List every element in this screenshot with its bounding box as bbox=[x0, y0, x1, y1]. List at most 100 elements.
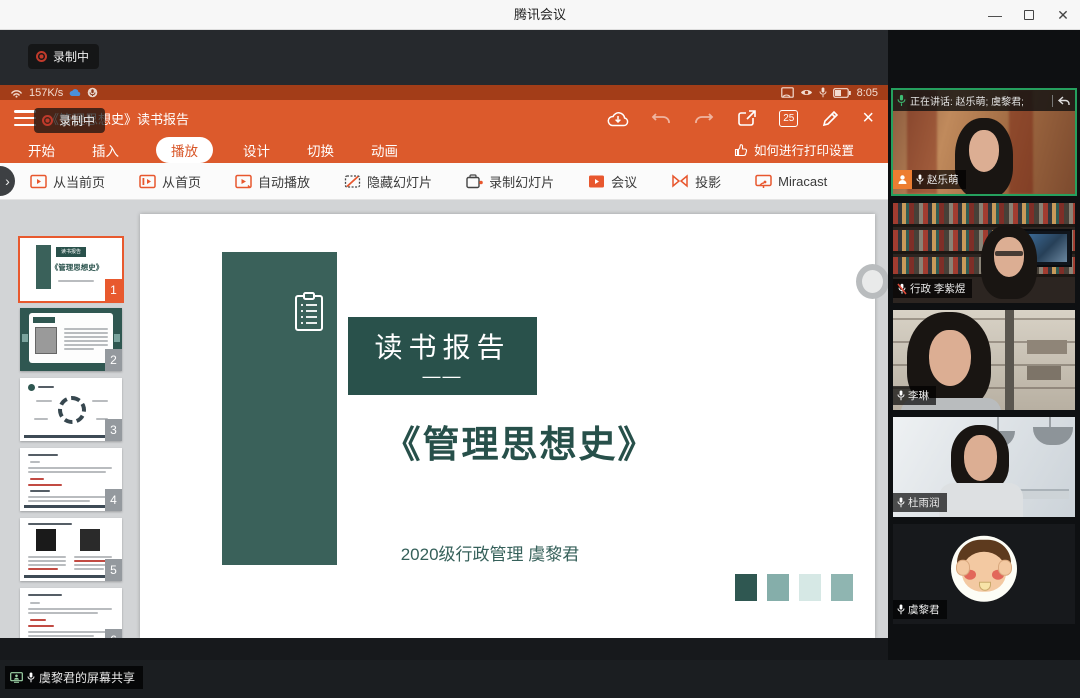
thumbnail-slide-6[interactable]: 6 bbox=[20, 588, 122, 638]
minimize-button[interactable]: — bbox=[986, 6, 1004, 24]
project-button[interactable]: 投影 bbox=[671, 172, 721, 191]
text-line bbox=[64, 332, 108, 334]
undo-icon[interactable] bbox=[650, 107, 672, 129]
tab-insert[interactable]: 插入 bbox=[92, 140, 119, 160]
name-row: 赵乐萌 bbox=[893, 170, 966, 189]
scroll-handle[interactable] bbox=[856, 264, 889, 299]
wps-tab-bar: 开始 插入 播放 设计 切换 动画 如何进行打印设置 bbox=[0, 136, 888, 163]
divider bbox=[1052, 95, 1053, 107]
network-speed-icon bbox=[10, 88, 23, 98]
record-slide-button[interactable]: 录制幻灯片 bbox=[466, 172, 554, 191]
status-right: 8:05 bbox=[781, 87, 878, 99]
slide-main-title: 《管理思想史》 bbox=[340, 414, 700, 468]
thumb-label bbox=[33, 317, 55, 323]
speaking-label: 正在讲话: 赵乐萌; 虞黎君; bbox=[910, 93, 1024, 108]
text-line bbox=[28, 471, 106, 473]
text-line bbox=[28, 560, 66, 562]
tab-design[interactable]: 设计 bbox=[243, 140, 270, 160]
eye-protect-icon bbox=[800, 88, 813, 97]
name-row: 杜雨润 bbox=[893, 493, 947, 512]
mic-icon bbox=[916, 174, 924, 185]
decor-square bbox=[831, 574, 853, 601]
thumb-portrait bbox=[80, 529, 100, 551]
meeting-button[interactable]: 会议 bbox=[588, 172, 637, 191]
text-line bbox=[36, 400, 52, 402]
tencent-meeting-window: 腾讯会议 — ✕ 录制中 157K/s bbox=[0, 0, 1080, 698]
avatar bbox=[951, 536, 1017, 602]
video-tile-zhaolemeng[interactable]: 正在讲话: 赵乐萌; 虞黎君; 赵乐萌 bbox=[893, 90, 1075, 194]
clipboard-icon bbox=[294, 292, 324, 332]
text-line bbox=[30, 490, 50, 492]
participant-name-chip: 赵乐萌 bbox=[912, 170, 966, 189]
play-from-current-button[interactable]: 从当前页 bbox=[30, 172, 105, 191]
mic-status-icon bbox=[87, 87, 98, 98]
shared-screen-region: 录制中 157K/s bbox=[0, 30, 888, 660]
thumb-footer-bar bbox=[24, 505, 118, 508]
screen-recording-badge: 录制中 bbox=[34, 108, 105, 133]
text-line bbox=[64, 340, 108, 342]
thumb-dot bbox=[28, 384, 35, 391]
screen-share-badge[interactable]: 虞黎君的屏幕共享 bbox=[5, 666, 143, 689]
meeting-recording-badge: 录制中 bbox=[28, 44, 99, 69]
print-settings-tip[interactable]: 如何进行打印设置 bbox=[734, 140, 854, 159]
battery-icon bbox=[833, 88, 851, 98]
autoplay-button[interactable]: 自动播放 bbox=[235, 172, 310, 191]
window-title: 腾讯会议 bbox=[0, 0, 1080, 30]
share-icon[interactable] bbox=[736, 107, 758, 129]
page-count-badge[interactable]: 25 bbox=[779, 110, 798, 127]
text-line bbox=[30, 619, 46, 621]
main-slide-canvas[interactable]: 读书报告 —— 《管理思想史》 2020级行政管理 虞黎君 bbox=[140, 214, 875, 638]
tab-transition[interactable]: 切换 bbox=[307, 140, 334, 160]
close-button[interactable]: ✕ bbox=[1054, 6, 1072, 24]
nav-arrow-left bbox=[22, 334, 28, 342]
status-left: 157K/s bbox=[10, 87, 98, 99]
edit-pencil-icon[interactable] bbox=[819, 107, 841, 129]
meeting-bottom-bar: 虞黎君的屏幕共享 bbox=[0, 660, 1080, 698]
video-tile-yulijun[interactable]: 虞黎君 bbox=[893, 524, 1075, 624]
text-line bbox=[34, 418, 48, 420]
screen-share-label: 虞黎君的屏幕共享 bbox=[39, 669, 135, 686]
maximize-icon bbox=[1024, 10, 1034, 20]
recording-label: 录制中 bbox=[53, 48, 89, 65]
tab-animation[interactable]: 动画 bbox=[371, 140, 398, 160]
tab-home[interactable]: 开始 bbox=[28, 140, 55, 160]
miracast-icon bbox=[755, 174, 772, 189]
clock-time: 8:05 bbox=[857, 87, 878, 99]
video-tile-duyurun[interactable]: 杜雨润 bbox=[893, 417, 1075, 517]
thumbnail-slide-1[interactable]: 读书报告 《管理思想史》 1 bbox=[20, 238, 122, 301]
name-row: 行政 李紫煜 bbox=[893, 279, 972, 298]
wps-close-icon[interactable]: × bbox=[862, 108, 874, 128]
slide-title-badge: 读书报告 —— bbox=[348, 317, 537, 395]
text-line bbox=[92, 400, 108, 402]
thumbnail-slide-4[interactable]: 4 bbox=[20, 448, 122, 511]
thumbnail-slide-3[interactable]: 3 bbox=[20, 378, 122, 441]
shelf-books bbox=[1027, 366, 1061, 380]
video-tile-lizitong[interactable]: 行政 李紫煜 bbox=[893, 203, 1075, 303]
text-line bbox=[28, 484, 62, 486]
tab-play[interactable]: 播放 bbox=[156, 137, 213, 163]
miracast-button[interactable]: Miracast bbox=[755, 174, 827, 189]
thumb-title-badge: 读书报告 bbox=[56, 247, 86, 257]
hide-slide-button[interactable]: 隐藏幻灯片 bbox=[344, 172, 432, 191]
text-line bbox=[28, 568, 58, 570]
menu-icon[interactable] bbox=[14, 110, 36, 126]
redo-icon[interactable] bbox=[693, 107, 715, 129]
thumb-portrait bbox=[35, 327, 57, 354]
thumbnail-slide-2[interactable]: 2 bbox=[20, 308, 122, 371]
text-line bbox=[28, 496, 112, 498]
projector-icon bbox=[671, 174, 689, 188]
text-line bbox=[28, 564, 66, 566]
thumbnail-slide-5[interactable]: 5 bbox=[20, 518, 122, 581]
participant-name-chip: 李琳 bbox=[893, 386, 936, 405]
mic-icon bbox=[897, 604, 905, 615]
text-line bbox=[74, 568, 104, 570]
reply-arrow-icon[interactable] bbox=[1057, 95, 1071, 107]
maximize-button[interactable] bbox=[1020, 6, 1038, 24]
share-bottom-strip bbox=[0, 638, 888, 660]
mic-icon bbox=[897, 497, 905, 508]
thumb-title: 《管理思想史》 bbox=[46, 262, 108, 273]
cloud-save-icon[interactable] bbox=[607, 107, 629, 129]
play-from-start-button[interactable]: 从首页 bbox=[139, 172, 201, 191]
text-line bbox=[28, 523, 72, 525]
video-tile-lilin[interactable]: 李琳 bbox=[893, 310, 1075, 410]
